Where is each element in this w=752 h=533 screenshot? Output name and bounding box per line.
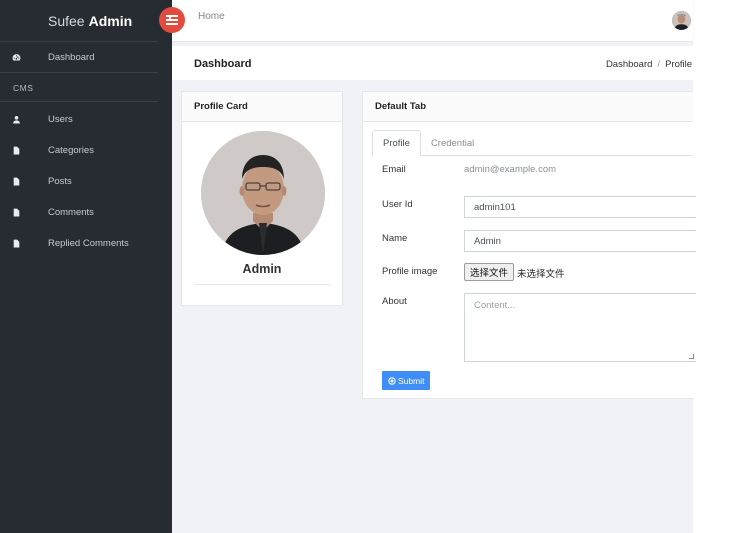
sidebar-item-label: Categories: [48, 145, 94, 156]
user-id-field[interactable]: admin101: [464, 196, 696, 218]
sidebar-item-label: Comments: [48, 207, 94, 218]
choose-file-button[interactable]: 选择文件: [464, 263, 515, 281]
sidebar-nav: Dashboard: [0, 42, 172, 73]
brand-name-bold: Admin: [88, 12, 133, 29]
page-title: Dashboard: [194, 58, 252, 70]
dashboard-icon: [0, 53, 48, 62]
file-icon: [0, 146, 48, 155]
sidebar-item-users[interactable]: Users: [0, 104, 172, 135]
sidebar-item-label: Replied Comments: [48, 238, 129, 249]
profile-name: Admin: [242, 262, 282, 276]
breadcrumb-item-dashboard[interactable]: Dashboard: [606, 59, 652, 70]
sidebar-item-label: Users: [48, 114, 73, 125]
tab-card-title: Default Tab: [363, 92, 693, 122]
tab-credential[interactable]: Credential: [421, 130, 484, 156]
dot-circle-icon: [388, 376, 396, 385]
profile-image-label: Profile image: [382, 266, 438, 277]
submit-label: Submit: [398, 375, 425, 386]
menu-icon: [166, 15, 178, 25]
name-label: Name: [382, 233, 408, 244]
email-value: admin@example.com: [464, 164, 557, 175]
page-title-bar: Dashboard Dashboard / Profile: [172, 46, 693, 80]
about-textarea[interactable]: Content...: [464, 293, 696, 362]
top-header: Home: [172, 0, 693, 42]
breadcrumb: Dashboard / Profile: [606, 59, 692, 70]
about-placeholder: Content...: [474, 300, 516, 311]
submit-button[interactable]: Submit: [382, 371, 431, 390]
tab-bar: Profile Credential: [372, 130, 693, 157]
file-icon: [0, 208, 48, 217]
profile-card-title: Profile Card: [182, 92, 342, 122]
home-link[interactable]: Home: [198, 11, 225, 22]
file-status-text: 未选择文件: [517, 269, 565, 280]
resize-handle-icon[interactable]: [689, 354, 694, 359]
about-label: About: [382, 296, 407, 307]
divider: [194, 284, 330, 285]
default-tab-card: Default Tab Profile Credential Email adm…: [362, 91, 696, 399]
sidebar-item-label: Dashboard: [48, 51, 95, 63]
user-id-label: User Id: [382, 199, 413, 210]
brand-logo[interactable]: Sufee Admin: [0, 0, 158, 42]
main-content: Dashboard Dashboard / Profile Profile Card: [172, 42, 696, 533]
menu-toggle-button[interactable]: [159, 7, 185, 33]
name-field[interactable]: Admin: [464, 230, 696, 252]
breadcrumb-separator: /: [657, 59, 661, 70]
profile-avatar: [201, 131, 325, 255]
sidebar-item-label: Posts: [48, 176, 72, 187]
sidebar-section-heading: CMS: [0, 73, 158, 102]
sidebar-nav-cms: Users Categories Posts Comments Replied …: [0, 104, 172, 259]
breadcrumb-item-profile: Profile: [665, 59, 692, 70]
sidebar-item-posts[interactable]: Posts: [0, 166, 172, 197]
sidebar-item-dashboard[interactable]: Dashboard: [0, 42, 158, 73]
brand-name-light: Sufee: [48, 12, 85, 29]
user-avatar[interactable]: [672, 11, 691, 30]
user-icon: [0, 115, 48, 124]
sidebar-item-replied-comments[interactable]: Replied Comments: [0, 228, 172, 259]
sidebar: Sufee Admin Dashboard CMS Users Categori…: [0, 0, 172, 533]
file-icon: [0, 239, 48, 248]
sidebar-item-categories[interactable]: Categories: [0, 135, 172, 166]
email-label: Email: [382, 164, 406, 175]
sidebar-item-comments[interactable]: Comments: [0, 197, 172, 228]
admin-page: Sufee Admin Dashboard CMS Users Categori…: [0, 0, 752, 533]
profile-card: Profile Card Admin: [181, 91, 343, 306]
file-icon: [0, 177, 48, 186]
tab-profile[interactable]: Profile: [372, 130, 421, 157]
